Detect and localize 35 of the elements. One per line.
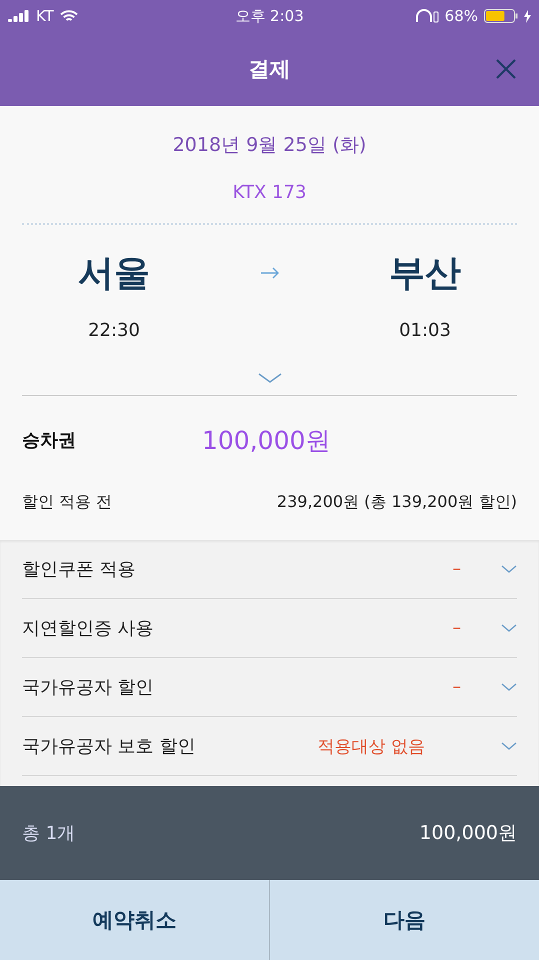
before-discount-label: 할인 적용 전 — [22, 492, 112, 512]
expand-row-button[interactable] — [501, 624, 517, 632]
arrival-city: 부산 — [389, 252, 461, 296]
before-discount-value: 239,200원 (총 139,200원 할인) — [276, 492, 517, 512]
discount-value: – — [452, 677, 461, 697]
ticket-label: 승차권 — [22, 429, 77, 452]
screen-title: 결제 — [248, 56, 290, 83]
ticket-amount: 100,000원 — [202, 424, 330, 456]
headphones-icon — [414, 9, 439, 23]
signal-icon — [8, 10, 30, 22]
ticket-count: 총 1개 — [22, 822, 76, 845]
expand-button[interactable] — [258, 373, 282, 383]
discount-label: 할인쿠폰 적용 — [22, 558, 137, 581]
discount-label: 국가유공자 보호 할인 — [22, 735, 196, 758]
expand-row-button[interactable] — [501, 742, 517, 750]
carrier-name: KT — [36, 7, 54, 25]
discount-label: 지연할인증 사용 — [22, 617, 155, 640]
travel-date: 2018년 9월 25일 (화) — [172, 133, 366, 158]
expand-row-button[interactable] — [501, 565, 517, 573]
battery-icon — [484, 9, 518, 23]
arrival-time: 01:03 — [399, 320, 451, 341]
arrow-right-icon — [260, 267, 280, 279]
discount-value: – — [452, 618, 461, 638]
discount-note: 적용대상 없음 — [318, 736, 425, 758]
departure-city: 서울 — [78, 252, 150, 296]
expand-row-button[interactable] — [501, 683, 517, 691]
departure-time: 22:30 — [88, 320, 140, 341]
clock: 오후 2:03 — [235, 6, 304, 26]
total-amount: 100,000원 — [419, 821, 517, 846]
wifi-icon — [60, 10, 78, 22]
charging-icon — [524, 10, 532, 22]
battery-percent: 68% — [444, 7, 478, 25]
discount-label: 국가유공자 할인 — [22, 676, 155, 699]
discount-value: – — [452, 559, 461, 579]
train-number: KTX 173 — [232, 182, 306, 203]
